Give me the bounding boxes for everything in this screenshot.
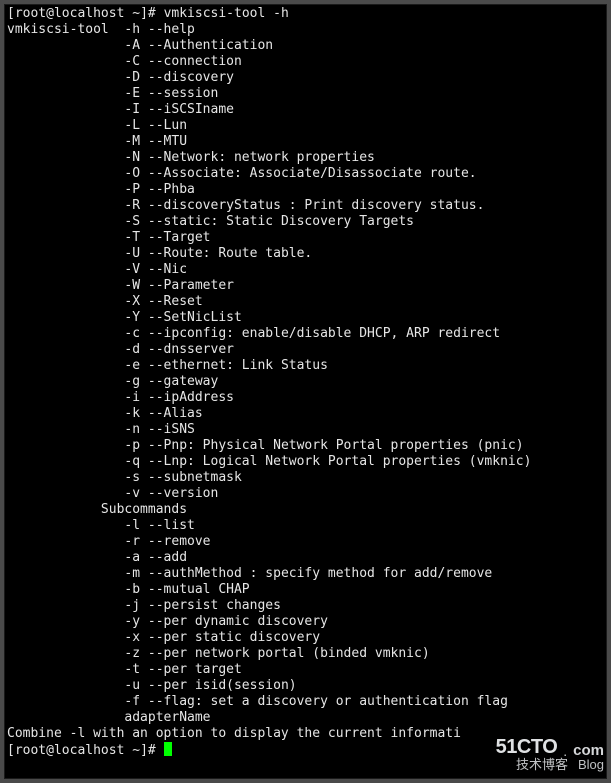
bottom-line: Combine -l with an option to display the… xyxy=(7,726,461,741)
prompt2-symbol: # xyxy=(148,743,156,758)
prompt2-dir: ~ xyxy=(132,743,140,758)
opt: -D --discovery xyxy=(124,70,234,85)
opt: -q --Lnp: Logical Network Portal propert… xyxy=(124,454,531,469)
opt: -W --Parameter xyxy=(124,278,234,293)
sub: -j --persist changes xyxy=(124,598,281,613)
opt: -C --connection xyxy=(124,54,241,69)
command-text: vmkiscsi-tool -h xyxy=(164,6,289,21)
opt: -I --iSCSIname xyxy=(124,102,234,117)
sub: -x --per static discovery xyxy=(124,630,320,645)
opt: -V --Nic xyxy=(124,262,187,277)
opt: -d --dnsserver xyxy=(124,342,234,357)
opt: -i --ipAddress xyxy=(124,390,234,405)
sub: -z --per network portal (binded vmknic) xyxy=(124,646,429,661)
opt: -T --Target xyxy=(124,230,210,245)
opt: -L --Lun xyxy=(124,118,187,133)
watermark-tag: Blog xyxy=(578,758,604,772)
opt: -U --Route: Route table. xyxy=(124,246,312,261)
opt: -c --ipconfig: enable/disable DHCP, ARP … xyxy=(124,326,500,341)
prompt2-host: localhost xyxy=(54,743,124,758)
opt: -N --Network: network properties xyxy=(124,150,374,165)
opt: -P --Phba xyxy=(124,182,194,197)
sub: -m --authMethod : specify method for add… xyxy=(124,566,492,581)
sub: -t --per target xyxy=(124,662,241,677)
sub: -f --flag: set a discovery or authentica… xyxy=(124,694,508,709)
opt: -Y --SetNicList xyxy=(124,310,241,325)
opt: -E --session xyxy=(124,86,218,101)
watermark-chinese: 技术博客 xyxy=(516,758,568,772)
opt: -s --subnetmask xyxy=(124,470,241,485)
sub: -u --per isid(session) xyxy=(124,678,296,693)
opt: -v --version xyxy=(124,486,218,501)
prompt-dir: ~ xyxy=(132,6,140,21)
opt: -k --Alias xyxy=(124,406,202,421)
opt: -A --Authentication xyxy=(124,38,273,53)
opt: -X --Reset xyxy=(124,294,202,309)
sub: -l --list xyxy=(124,518,194,533)
subcommands-label: Subcommands xyxy=(101,502,187,517)
sub: -r --remove xyxy=(124,534,210,549)
terminal-output: [root@localhost ~]# vmkiscsi-tool -h vmk… xyxy=(5,5,606,760)
opt: -R --discoveryStatus : Print discovery s… xyxy=(124,198,484,213)
watermark-site: 51CTO xyxy=(496,737,558,758)
prompt2-user: root xyxy=(15,743,46,758)
sub: -y --per dynamic discovery xyxy=(124,614,328,629)
prompt-symbol: # xyxy=(148,6,156,21)
terminal-window[interactable]: [root@localhost ~]# vmkiscsi-tool -h vmk… xyxy=(4,4,607,779)
opt: -p --Pnp: Physical Network Portal proper… xyxy=(124,438,523,453)
opt: -h --help xyxy=(124,22,194,37)
cursor-block[interactable] xyxy=(164,742,172,756)
opt: -S --static: Static Discovery Targets xyxy=(124,214,414,229)
prompt-host: localhost xyxy=(54,6,124,21)
watermark: 51CTO.com 技术博客 Blog xyxy=(496,737,604,772)
opt: -O --Associate: Associate/Disassociate r… xyxy=(124,166,476,181)
watermark-tld: com xyxy=(573,743,604,759)
opt: -M --MTU xyxy=(124,134,187,149)
opt: -e --ethernet: Link Status xyxy=(124,358,328,373)
sub: -a --add xyxy=(124,550,187,565)
adapter-name-label: adapterName xyxy=(124,710,210,725)
program-name: vmkiscsi-tool xyxy=(7,22,109,37)
sub: -b --mutual CHAP xyxy=(124,582,249,597)
opt: -n --iSNS xyxy=(124,422,194,437)
opt: -g --gateway xyxy=(124,374,218,389)
prompt-user: root xyxy=(15,6,46,21)
